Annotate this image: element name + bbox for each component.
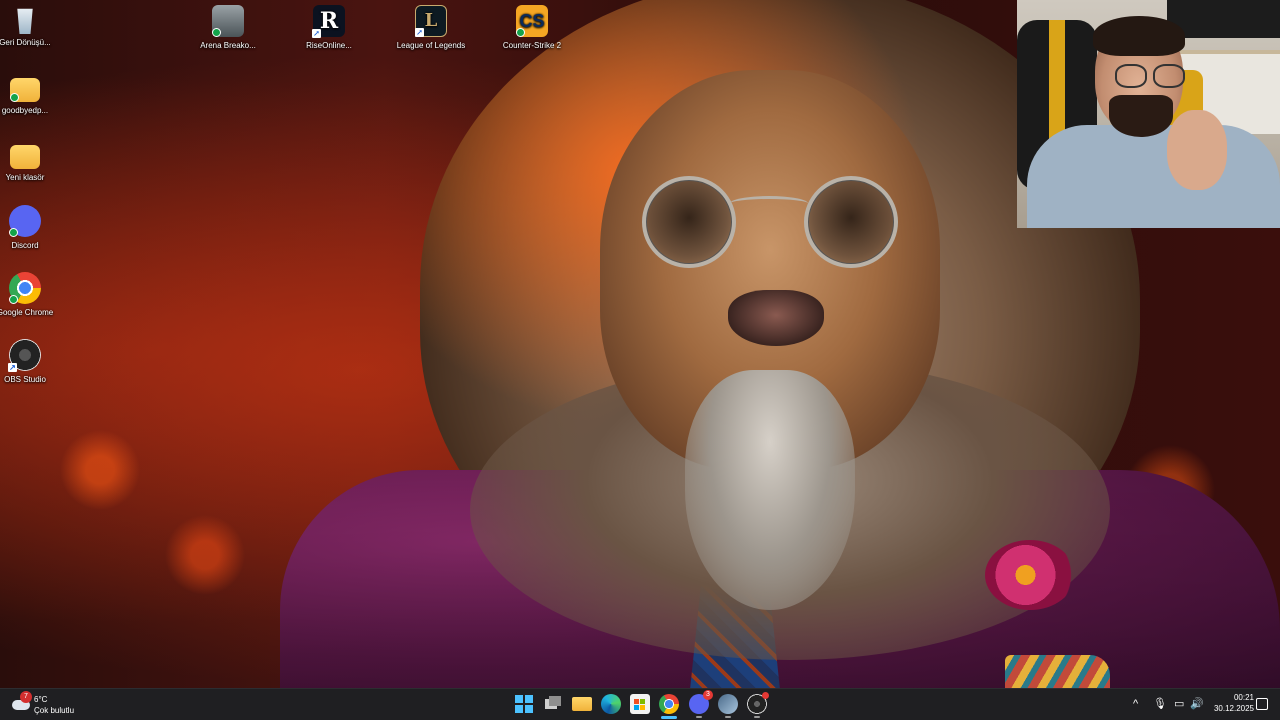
folder-icon <box>10 78 40 102</box>
desktop-icon-counter-strike[interactable]: CS Counter-Strike 2 <box>497 5 567 51</box>
desktop-icon-riseonline[interactable]: R ↗ RiseOnline... <box>294 5 364 51</box>
sync-check-icon <box>516 28 525 37</box>
microsoft-store-icon[interactable] <box>630 694 650 714</box>
file-explorer-icon[interactable] <box>572 697 592 711</box>
desktop-icon-arena-breakout[interactable]: Arena Breako... <box>193 5 263 51</box>
discord-taskbar-icon[interactable]: 3 <box>689 690 713 714</box>
discord-icon <box>9 205 41 237</box>
sync-check-icon <box>10 93 19 102</box>
sync-check-icon <box>9 295 18 304</box>
webcam-person-beard <box>1109 95 1173 137</box>
recording-dot-icon <box>762 692 769 699</box>
desktop-icon-label: Google Chrome <box>0 308 54 317</box>
shortcut-arrow-icon: ↗ <box>415 27 424 37</box>
desktop-icon-label: Discord <box>11 241 39 250</box>
chrome-taskbar-icon[interactable] <box>659 694 679 714</box>
recycle-bin-icon <box>17 8 33 34</box>
webcam-person-hand <box>1167 110 1227 190</box>
desktop-icon-discord[interactable]: Discord <box>0 205 60 251</box>
running-indicator <box>696 716 702 718</box>
taskbar: 7 6°C Çok bulutlu 3 ^ 🎙 ▭ 🔊 00:21 30.12.… <box>0 688 1280 720</box>
desktop-icon-label: Yeni klasör <box>5 173 45 182</box>
webcam-person-glasses <box>1115 64 1191 88</box>
sync-check-icon <box>212 28 221 37</box>
desktop-icon-label: Counter-Strike 2 <box>502 41 562 50</box>
running-indicator <box>725 716 731 718</box>
microphone-icon[interactable]: 🎙 <box>1153 697 1167 711</box>
clock-time: 00:21 <box>1233 693 1254 702</box>
desktop-icon-goodbyedpi[interactable]: goodbyedp... <box>0 72 60 116</box>
running-indicator <box>754 716 760 718</box>
league-of-legends-icon: L ↗ <box>415 5 447 37</box>
webcam-person-hair <box>1093 16 1185 56</box>
game-launcher-icon[interactable] <box>718 694 738 714</box>
chrome-icon <box>9 272 41 304</box>
desktop-icon-label: goodbyedp... <box>1 106 49 115</box>
arena-breakout-icon <box>212 5 244 37</box>
desktop-icon-yeni-klasor[interactable]: Yeni klasör <box>0 139 60 183</box>
shortcut-arrow-icon: ↗ <box>312 28 321 38</box>
webcam-overlay <box>1017 0 1280 228</box>
shortcut-arrow-icon: ↗ <box>8 363 17 372</box>
desktop-icon-chrome[interactable]: Google Chrome <box>0 272 60 318</box>
webcam-person-body <box>1027 125 1280 228</box>
desktop-icon-label: RiseOnline... <box>306 41 352 50</box>
desktop-icon-label: League of Legends <box>396 41 466 50</box>
discord-notification-badge: 3 <box>703 690 713 700</box>
folder-icon <box>10 145 40 169</box>
lion-nose <box>728 290 824 346</box>
rise-online-glyph: R <box>319 8 339 34</box>
desktop-icon-label: Arena Breako... <box>200 41 256 50</box>
show-hidden-icons-chevron-icon[interactable]: ^ <box>1133 697 1138 711</box>
glasses-right-lens <box>804 176 898 268</box>
active-app-indicator <box>661 716 677 719</box>
glasses-bridge <box>730 196 808 211</box>
start-button[interactable] <box>514 694 534 714</box>
sync-check-icon <box>9 228 18 237</box>
notification-center-icon[interactable] <box>1256 698 1268 710</box>
desktop-icon-league-of-legends[interactable]: L ↗ League of Legends <box>396 5 466 51</box>
desktop-icon-recycle-bin[interactable]: Geri Dönüşü... <box>0 6 60 48</box>
obs-icon: ↗ <box>8 339 41 372</box>
desktop-icon-obs-studio[interactable]: ↗ OBS Studio <box>0 339 60 385</box>
obs-taskbar-icon[interactable] <box>747 692 769 714</box>
volume-icon[interactable]: 🔊 <box>1190 697 1204 711</box>
rise-online-icon: R ↗ <box>312 5 345 38</box>
edge-icon[interactable] <box>601 694 621 714</box>
task-view-button[interactable] <box>543 694 563 714</box>
clock-date: 30.12.2025 <box>1213 704 1254 713</box>
desktop-icon-label: OBS Studio <box>4 375 46 384</box>
network-icon[interactable]: ▭ <box>1174 697 1184 711</box>
league-glyph: L <box>424 10 438 31</box>
weather-condition: Çok bulutlu <box>34 706 75 715</box>
lion-beard <box>685 370 855 610</box>
pocket-square <box>1005 655 1110 688</box>
glasses-left-lens <box>642 176 736 268</box>
lapel-flower <box>985 540 1075 610</box>
counter-strike-icon: CS <box>516 5 548 37</box>
weather-badge: 7 <box>20 691 32 703</box>
weather-temperature: 6°C <box>34 695 48 704</box>
desktop-icon-label: Geri Dönüşü... <box>0 38 51 47</box>
system-clock[interactable]: 00:21 30.12.2025 <box>1206 692 1254 714</box>
